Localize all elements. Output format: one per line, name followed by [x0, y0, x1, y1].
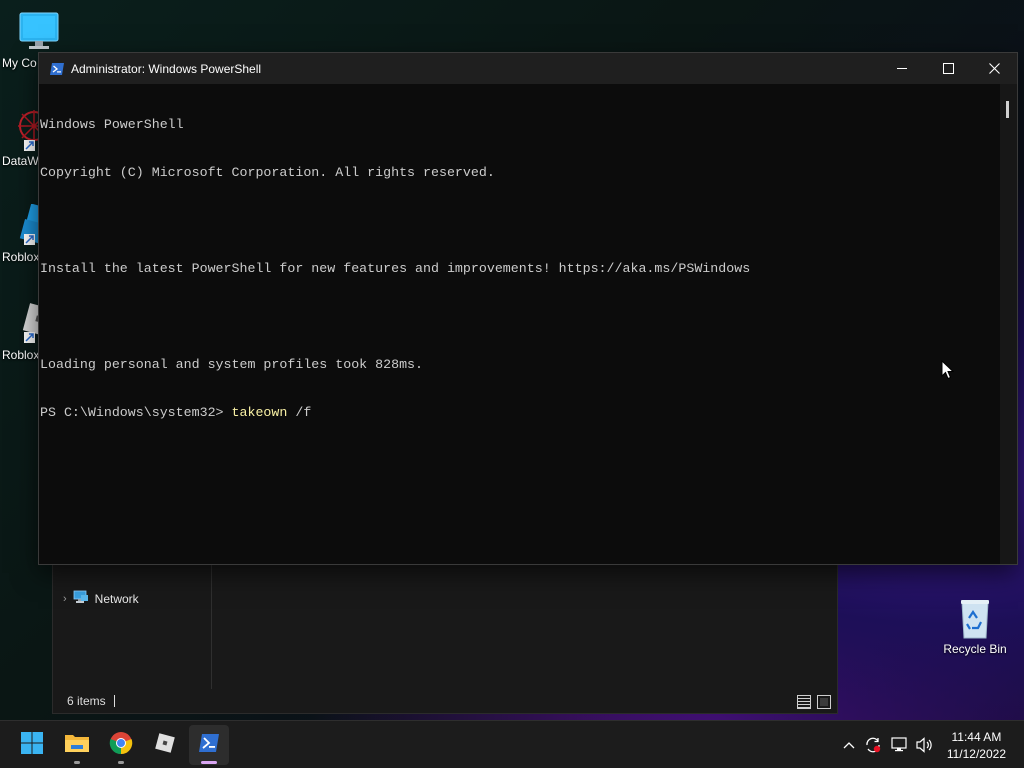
nav-item-network[interactable]: › Network	[63, 589, 139, 608]
maximize-icon	[942, 63, 954, 74]
scrollbar-thumb[interactable]	[1006, 101, 1009, 118]
volume-icon[interactable]	[915, 735, 935, 755]
running-indicator	[118, 761, 124, 764]
desktop-icon-roblox-studio[interactable]: Roblox	[2, 203, 53, 264]
status-bar: 6 items	[53, 689, 837, 713]
chevron-up-icon[interactable]	[839, 735, 859, 755]
running-indicator	[74, 761, 80, 764]
roblox-icon	[153, 731, 177, 760]
taskbar-file-explorer[interactable]	[57, 725, 97, 765]
network-icon	[73, 589, 89, 608]
desktop-icon-label: Roblox	[2, 348, 40, 362]
maximize-button[interactable]	[925, 53, 971, 84]
console-line: Copyright (C) Microsoft Corporation. All…	[40, 165, 495, 180]
status-separator	[113, 695, 115, 707]
minimize-button[interactable]	[879, 53, 925, 84]
console-line: Windows PowerShell	[40, 117, 184, 132]
details-view-icon[interactable]	[797, 695, 811, 709]
sync-icon[interactable]	[863, 735, 883, 755]
window-title: Administrator: Windows PowerShell	[71, 61, 262, 76]
mouse-cursor-icon	[941, 359, 955, 385]
desktop-icon-label: DataW	[2, 154, 39, 168]
chevron-right-icon[interactable]: ›	[63, 593, 67, 605]
clock-time: 11:44 AM	[951, 730, 1002, 744]
network-status-icon[interactable]	[890, 735, 910, 755]
windows-start-icon	[20, 731, 44, 760]
chrome-icon	[109, 731, 133, 760]
vertical-scrollbar[interactable]	[1000, 84, 1017, 564]
large-icons-view-icon[interactable]	[817, 695, 831, 709]
powershell-icon	[198, 733, 220, 758]
navigation-pane: › Network	[53, 561, 212, 689]
taskbar: 11:44 AM 11/12/2022	[0, 720, 1024, 768]
desktop-icon-label: Roblox	[2, 250, 40, 264]
powershell-window[interactable]: Administrator: Windows PowerShell Window…	[38, 52, 1018, 565]
command-text: takeown	[231, 405, 288, 420]
taskbar-powershell[interactable]	[189, 725, 229, 765]
clock-date: 11/12/2022	[946, 747, 1006, 761]
taskbar-roblox[interactable]	[145, 725, 185, 765]
desktop-icon-label: Recycle Bin	[943, 642, 1007, 656]
recycle-bin-icon	[953, 596, 997, 640]
item-count: 6 items	[67, 694, 106, 708]
console-output[interactable]: Windows PowerShell Copyright (C) Microso…	[39, 84, 999, 565]
desktop: My Co DataW Roblox Roblox Recycle Bin › …	[0, 0, 1024, 768]
start-button[interactable]	[12, 725, 52, 765]
folder-icon	[64, 732, 90, 759]
nav-item-label: Network	[94, 591, 139, 606]
active-indicator	[201, 761, 217, 764]
command-prompt-line[interactable]: PS C:\Windows\system32> takeown /f	[40, 405, 999, 421]
desktop-icon-recycle-bin[interactable]: Recycle Bin	[938, 596, 1012, 656]
file-explorer-window[interactable]: › Network 6 items	[52, 560, 838, 714]
view-toggle	[797, 695, 831, 709]
taskbar-chrome[interactable]	[101, 725, 141, 765]
computer-icon	[17, 10, 61, 54]
desktop-icon-datawrapper[interactable]: DataW	[2, 108, 50, 168]
console-line: Install the latest PowerShell for new fe…	[40, 261, 751, 276]
close-button[interactable]	[971, 53, 1017, 84]
minimize-icon	[897, 68, 907, 69]
clock[interactable]: 11:44 AM 11/12/2022	[947, 729, 1006, 763]
command-argument: /f	[287, 405, 312, 420]
title-bar[interactable]: Administrator: Windows PowerShell	[39, 53, 1017, 84]
console-line: Loading personal and system profiles too…	[40, 357, 424, 372]
desktop-icon-roblox-player[interactable]: Roblox	[2, 302, 56, 362]
prompt: PS C:\Windows\system32>	[40, 405, 232, 420]
powershell-icon	[49, 61, 65, 77]
close-icon	[988, 61, 1000, 77]
